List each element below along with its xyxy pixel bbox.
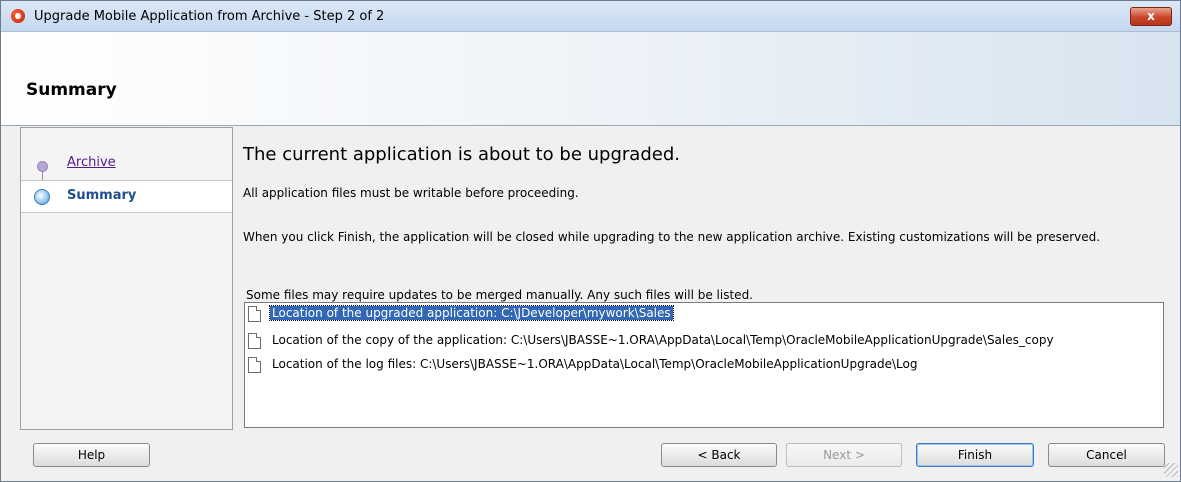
file-list-caption: Some files may require updates to be mer… bbox=[246, 288, 753, 302]
nav-step-archive[interactable]: Archive bbox=[21, 150, 232, 189]
list-item[interactable]: Location of the upgraded application: C:… bbox=[245, 304, 1163, 324]
list-item-text: Location of the upgraded application: C:… bbox=[269, 305, 674, 321]
title-bar[interactable]: Upgrade Mobile Application from Archive … bbox=[1, 1, 1180, 32]
file-icon bbox=[248, 306, 261, 322]
summary-heading: The current application is about to be u… bbox=[243, 144, 680, 165]
step-navigator: Archive Summary bbox=[20, 127, 233, 430]
page-title: Summary bbox=[26, 80, 117, 100]
window-title: Upgrade Mobile Application from Archive … bbox=[34, 9, 385, 24]
file-list[interactable]: Location of the upgraded application: C:… bbox=[244, 302, 1164, 428]
nav-step-summary[interactable]: Summary bbox=[21, 180, 232, 213]
nav-step-archive-link[interactable]: Archive bbox=[67, 155, 116, 170]
file-icon bbox=[248, 357, 261, 373]
close-button[interactable]: x bbox=[1130, 7, 1172, 26]
list-item-text: Location of the copy of the application:… bbox=[272, 333, 1054, 347]
current-step-icon bbox=[34, 189, 50, 205]
nav-step-summary-label: Summary bbox=[67, 188, 137, 203]
back-button[interactable]: < Back bbox=[661, 443, 777, 467]
list-item[interactable]: Location of the copy of the application:… bbox=[245, 331, 1163, 351]
cancel-button[interactable]: Cancel bbox=[1048, 443, 1165, 467]
help-button[interactable]: Help bbox=[33, 443, 150, 467]
wizard-dialog: Upgrade Mobile Application from Archive … bbox=[0, 0, 1181, 482]
list-item[interactable]: Location of the log files: C:\Users\JBAS… bbox=[245, 355, 1163, 375]
resize-grip-icon[interactable] bbox=[1164, 463, 1178, 477]
writable-notice: All application files must be writable b… bbox=[243, 186, 579, 200]
finish-button[interactable]: Finish bbox=[916, 443, 1034, 467]
close-icon: x bbox=[1147, 9, 1155, 23]
finish-notice: When you click Finish, the application w… bbox=[243, 230, 1101, 244]
app-logo-icon bbox=[11, 9, 25, 23]
list-item-text: Location of the log files: C:\Users\JBAS… bbox=[272, 357, 918, 371]
next-button[interactable]: Next > bbox=[786, 443, 902, 467]
file-icon bbox=[248, 333, 261, 349]
wizard-header: Summary bbox=[1, 32, 1180, 126]
